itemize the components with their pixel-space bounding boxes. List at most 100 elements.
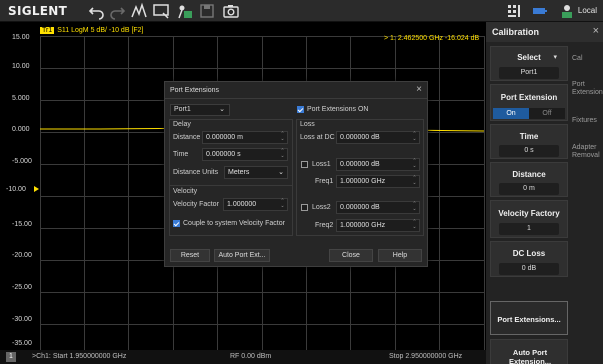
y-tick-label: 0.000 — [12, 126, 30, 133]
select-softkey[interactable]: Select ▾ Port1 — [490, 46, 568, 81]
dialog-title: Port Extensions — [170, 87, 220, 94]
keypad-icon[interactable] — [505, 2, 525, 20]
velocity-factor-input[interactable]: 1.000000 ⌃ ⌄ — [223, 198, 288, 211]
spinner-icon[interactable]: ⌃ ⌄ — [411, 132, 418, 143]
freq1-value: 1.000000 GHz — [340, 178, 386, 185]
redo-icon[interactable] — [108, 2, 128, 20]
auto-port-ext-button[interactable]: Auto Port Ext... — [214, 249, 270, 262]
spinner-icon[interactable]: ⌃ ⌄ — [279, 132, 286, 143]
spinner-icon[interactable]: ⌃ ⌄ — [411, 202, 418, 213]
toggle-off[interactable]: Off — [529, 108, 565, 119]
velocity-heading: Velocity — [173, 188, 198, 195]
channel-badge[interactable]: 1 — [6, 352, 16, 362]
calibration-title: Calibration — [492, 27, 540, 37]
port-extension-softkey[interactable]: Port Extension On Off — [490, 84, 568, 121]
distance-units-select[interactable]: Meters ⌄ — [224, 166, 288, 179]
port-extensions-on-label: Port Extensions ON — [307, 106, 369, 113]
spinner-icon[interactable]: ⌃ ⌄ — [411, 159, 418, 170]
distance-softkey[interactable]: Distance 0 m — [490, 162, 568, 197]
time-label: Time — [173, 151, 189, 158]
tab-adapter-removal[interactable]: Adapter Removal — [572, 144, 602, 160]
gridline — [484, 36, 485, 358]
rf-power[interactable]: RF 0.00 dBm — [230, 353, 271, 360]
distance-input[interactable]: 0.000000 m ⌃ ⌄ — [202, 131, 288, 144]
tab-port-extension[interactable]: Port Extension — [572, 81, 603, 97]
loss2-checkbox[interactable] — [301, 204, 308, 211]
loss1-checkbox[interactable] — [301, 161, 308, 168]
trace-number: Tr1 — [40, 27, 55, 34]
port-extensions-dialog-button[interactable]: Port Extensions... — [490, 301, 568, 335]
freq2-label: Freq2 — [315, 222, 334, 229]
freq1-input[interactable]: 1.000000 GHz ⌃ ⌄ — [336, 175, 420, 188]
spinner-icon[interactable]: ⌃ ⌄ — [279, 199, 286, 210]
battery-icon — [531, 2, 551, 20]
port-extension-toggle[interactable]: On Off — [493, 108, 565, 119]
y-tick-label: -30.00 — [12, 316, 32, 323]
calibration-header: Calibration × — [486, 22, 603, 42]
gridline — [128, 36, 129, 358]
y-tick-label: 5.000 — [12, 95, 30, 102]
port-extensions-dialog: Port Extensions × Port1 ⌄ Port Extension… — [164, 81, 428, 267]
freq2-input[interactable]: 1.000000 GHz ⌃ ⌄ — [336, 219, 420, 232]
start-frequency[interactable]: >Ch1: Start 1.950000000 GHz — [32, 353, 126, 360]
distance-units-value: Meters — [228, 169, 250, 176]
loss1-value: 0.000000 dB — [340, 161, 380, 168]
camera-icon[interactable] — [222, 2, 242, 20]
spinner-icon[interactable]: ⌃ ⌄ — [411, 220, 418, 231]
port-extensions-button-label: Port Extensions... — [497, 315, 561, 324]
loss-at-dc-value: 0.000000 dB — [340, 134, 380, 141]
velocity-label: Velocity Factory — [498, 209, 560, 218]
spinner-icon[interactable]: ⌃ ⌄ — [279, 149, 286, 160]
local-status: Local — [577, 6, 597, 15]
y-tick-label: -20.00 — [12, 252, 32, 259]
port-select[interactable]: Port1 ⌄ — [170, 104, 230, 116]
freq1-label: Freq1 — [315, 178, 334, 185]
trace-label[interactable]: Tr1 S11 LogM 5 dB/ -10 dB [F2] — [40, 27, 144, 34]
display-icon[interactable] — [152, 2, 172, 20]
calibration-icon[interactable] — [176, 2, 196, 20]
close-button[interactable]: Close — [329, 249, 373, 262]
time-input[interactable]: 0.000000 s ⌃ ⌄ — [202, 148, 288, 161]
brand-logo: SIGLENT — [8, 4, 68, 18]
reference-level-marker[interactable] — [34, 186, 39, 192]
velocity-value: 1 — [499, 223, 559, 235]
distance-label: Distance — [512, 170, 546, 179]
tab-cal[interactable]: Cal — [572, 55, 602, 63]
distance-value: 0 m — [499, 183, 559, 195]
velocity-softkey[interactable]: Velocity Factory 1 — [490, 200, 568, 238]
port-select-value: Port1 — [174, 106, 191, 113]
close-icon[interactable]: × — [593, 25, 599, 37]
loss1-label: Loss1 — [312, 161, 331, 168]
marker-icon[interactable] — [130, 2, 150, 20]
velocity-factor-label: Velocity Factor — [173, 201, 219, 208]
toggle-on[interactable]: On — [493, 108, 529, 119]
user-icon[interactable] — [558, 2, 578, 20]
loss-at-dc-input[interactable]: 0.000000 dB ⌃ ⌄ — [336, 131, 420, 144]
time-value: 0 s — [499, 145, 559, 157]
auto-port-extension-button[interactable]: Auto Port Extension... — [490, 339, 568, 364]
distance-input-value: 0.000000 m — [206, 134, 243, 141]
dc-loss-softkey[interactable]: DC Loss 0 dB — [490, 241, 568, 277]
save-icon[interactable] — [198, 2, 218, 20]
stop-frequency[interactable]: Stop 2.950000000 GHz — [389, 353, 462, 360]
auto-port-extension-label: Auto Port Extension... — [508, 348, 552, 364]
trace-description: S11 LogM 5 dB/ -10 dB [F2] — [57, 27, 144, 34]
couple-velocity-checkbox[interactable] — [173, 220, 180, 227]
distance-units-label: Distance Units — [173, 169, 219, 176]
undo-icon[interactable] — [88, 2, 108, 20]
y-tick-label: -15.00 — [12, 221, 32, 228]
port-extensions-on-checkbox[interactable] — [297, 106, 304, 113]
reset-button[interactable]: Reset — [170, 249, 210, 262]
loss1-input[interactable]: 0.000000 dB ⌃ ⌄ — [336, 158, 420, 171]
loss2-label: Loss2 — [312, 204, 331, 211]
y-tick-label: -5.000 — [12, 158, 32, 165]
close-icon[interactable]: × — [416, 84, 422, 95]
time-softkey[interactable]: Time 0 s — [490, 124, 568, 159]
calibration-panel: Calibration × Select ▾ Port1 Port Extens… — [486, 22, 603, 364]
tab-fixtures[interactable]: Fixtures — [572, 117, 602, 125]
spinner-icon[interactable]: ⌃ ⌄ — [411, 176, 418, 187]
loss2-input[interactable]: 0.000000 dB ⌃ ⌄ — [336, 201, 420, 214]
help-button[interactable]: Help — [378, 249, 422, 262]
chevron-down-icon: ▾ — [553, 54, 557, 61]
time-input-value: 0.000000 s — [206, 151, 241, 158]
